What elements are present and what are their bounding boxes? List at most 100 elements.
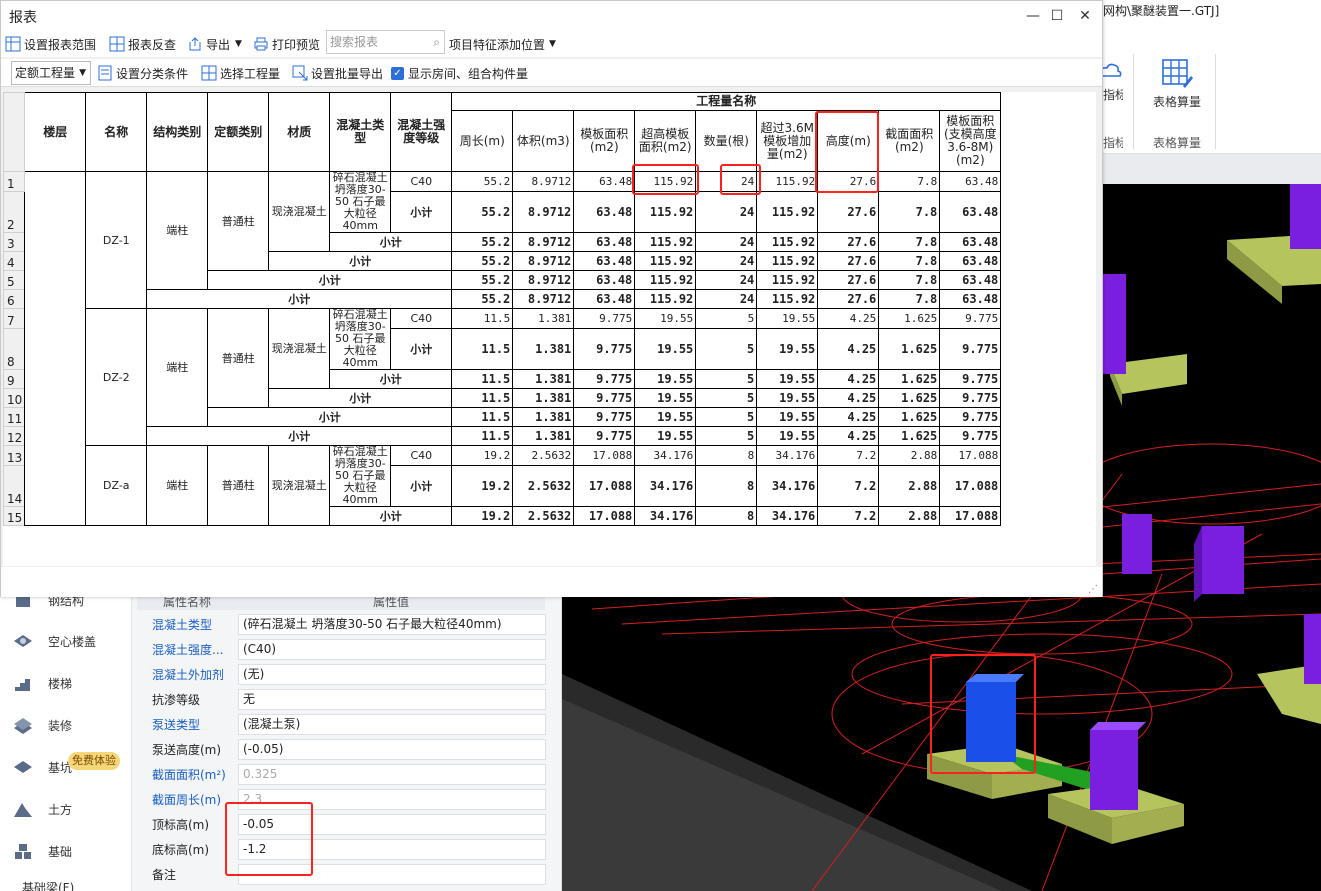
prop-value[interactable] [238, 864, 546, 885]
vertical-scrollbar[interactable] [1096, 92, 1102, 566]
value-cell: 4.25 [817, 307, 880, 330]
header-volume: 体积(m3) [512, 110, 575, 172]
nav-item-decoration[interactable]: 装修 [0, 707, 132, 743]
maximize-button[interactable]: ☐ [1047, 6, 1067, 26]
nav-item-hollow-floor[interactable]: 空心楼盖 [0, 623, 132, 659]
prop-value[interactable]: (碎石混凝土 坍落度30-50 石子最大粒径40mm) [238, 614, 546, 635]
prop-name: 抗渗等级 [152, 693, 201, 707]
export-button[interactable]: 导出 ▼ [187, 31, 242, 57]
value-cell: 8.9712 [512, 191, 575, 233]
prop-value[interactable]: (无) [238, 664, 546, 685]
value-cell: 34.176 [756, 465, 819, 507]
prop-value[interactable]: (-0.05) [238, 739, 546, 760]
row-number: 1 [3, 170, 26, 193]
set-classify-button[interactable]: 设置分类条件 [97, 60, 188, 86]
resize-grip-icon[interactable]: ⋰ [1088, 584, 1098, 595]
report-grid[interactable]: 楼层 名称 结构类别 定额类别 材质 混凝土类型 混凝土强度等级 工程量名称 周… [3, 92, 1100, 566]
prop-row[interactable]: 泵送高度(m) (-0.05) [146, 737, 546, 762]
cloud-icon [1100, 63, 1122, 77]
set-range-button[interactable]: 设置报表范围 [5, 31, 96, 57]
value-cell: 9.775 [573, 328, 636, 370]
value-cell: 19.55 [634, 388, 697, 408]
table-calc-label: 表格算量 [1152, 95, 1201, 109]
value-cell: 63.48 [939, 191, 1002, 233]
name-cell: DZ-1 [85, 171, 148, 309]
value-cell: 55.2 [451, 251, 514, 271]
report-titlebar[interactable]: 报表 — ☐ ✕ [1, 1, 1102, 31]
nav-item-earthwork[interactable]: 土方 [0, 791, 132, 827]
prop-row[interactable]: 截面面积(m²) 0.325 [146, 762, 546, 787]
feature-position-dropdown[interactable]: 项目特征添加位置 ▼ [449, 31, 556, 57]
value-cell: 1.625 [878, 369, 941, 389]
prop-value[interactable]: -0.05 [238, 814, 546, 835]
header-formwork: 模板面积(m2) [573, 110, 636, 172]
set-range-label: 设置报表范围 [24, 37, 97, 52]
value-cell: 2.88 [878, 506, 941, 526]
prop-value[interactable]: (C40) [238, 639, 546, 660]
prop-value[interactable]: 0.325 [238, 764, 546, 785]
name-cell: DZ-a [85, 445, 148, 526]
value-cell: 19.2 [451, 465, 514, 507]
horizontal-scrollbar[interactable]: ⋰ [1, 567, 1102, 597]
prop-row[interactable]: 抗渗等级 无 [146, 687, 546, 712]
nav-item-foundation-beam[interactable]: 基础梁(F) [22, 879, 74, 891]
table-row: 1 DZ-1 端柱 普通柱 现浇混凝土 碎石混凝土 坍落度30-50 石子最大粒径40mm… [3, 170, 1002, 526]
subtotal-cell: 小计 [390, 191, 453, 233]
value-cell: 19.55 [756, 426, 819, 446]
value-cell: 7.8 [878, 251, 941, 271]
chevron-down-icon: ▼ [549, 39, 556, 49]
grade-cell: C40 [390, 170, 453, 193]
value-cell: 17.088 [573, 465, 636, 507]
select-quantity-button[interactable]: 选择工程量 [201, 60, 280, 86]
value-cell: 19.55 [756, 307, 819, 330]
export-label: 导出 [206, 37, 231, 52]
prop-row[interactable]: 备注 [146, 862, 546, 887]
close-button[interactable]: ✕ [1075, 6, 1095, 26]
prop-row[interactable]: 混凝土外加剂 (无) [146, 662, 546, 687]
concrete-type-cell: 碎石混凝土 坍落度30-50 石子最大粒径40mm [329, 445, 392, 507]
prop-row[interactable]: 底标高(m) -1.2 [146, 837, 546, 862]
hollow-floor-icon [12, 630, 34, 652]
prop-row[interactable]: 混凝土类型 (碎石混凝土 坍落度30-50 石子最大粒径40mm) [146, 612, 546, 637]
quota-type-select[interactable]: 定额工程量 ▼ [11, 61, 91, 85]
prop-row[interactable]: 顶标高(m) -0.05 [146, 812, 546, 837]
report-search-input[interactable]: 搜索报表 ⌕ [326, 30, 445, 54]
prop-row[interactable]: 混凝土强度... (C40) [146, 637, 546, 662]
batch-export-button[interactable]: 设置批量导出 [292, 60, 383, 86]
show-rooms-checkbox[interactable]: ✓ 显示房间、组合构件量 [391, 60, 528, 86]
trial-badge[interactable]: 免费体验 [68, 752, 120, 770]
print-preview-button[interactable]: 打印预览 [253, 31, 320, 57]
value-cell: 9.775 [939, 388, 1002, 408]
table-calc-button[interactable]: 表格算量 [1143, 58, 1211, 109]
prop-row[interactable]: 截面周长(m) 2.3 [146, 787, 546, 812]
value-cell: 2.5632 [512, 444, 575, 467]
grade-cell: C40 [390, 307, 453, 330]
nav-item-stairs[interactable]: 楼梯 [0, 665, 132, 701]
indicator-button[interactable]: 指标 [1100, 60, 1123, 102]
value-cell: 34.176 [634, 506, 697, 526]
prop-row[interactable]: 泵送类型 (混凝土泵) [146, 712, 546, 737]
value-cell: 7.8 [878, 170, 941, 193]
value-cell: 4.25 [817, 328, 880, 370]
nav-label: 装修 [48, 718, 73, 733]
row-number: 11 [3, 407, 26, 427]
prop-value[interactable]: 2.3 [238, 789, 546, 810]
floor-cell [24, 171, 87, 526]
subtotal-cell: 小计 [390, 328, 453, 370]
nav-item-foundation[interactable]: 基础 [0, 833, 132, 869]
table-row: 6 小计 55.2 8.9712 63.48 115.92 24 115.92 27.6 7.8 6… [3, 289, 1002, 309]
reverse-lookup-button[interactable]: 报表反查 [109, 31, 176, 57]
value-cell: 5 [695, 426, 758, 446]
row-number: 7 [3, 307, 26, 330]
prop-value[interactable]: 无 [238, 689, 546, 710]
prop-value[interactable]: (混凝土泵) [238, 714, 546, 735]
value-cell: 11.5 [451, 369, 514, 389]
struct-cell: 端柱 [146, 171, 209, 290]
minimize-button[interactable]: — [1023, 6, 1043, 26]
value-cell: 1.381 [512, 328, 575, 370]
prop-value[interactable]: -1.2 [238, 839, 546, 860]
value-cell: 27.6 [817, 270, 880, 290]
nav-label: 土方 [48, 802, 73, 817]
maximize-icon: ☐ [1050, 8, 1064, 24]
value-cell: 5 [695, 328, 758, 370]
